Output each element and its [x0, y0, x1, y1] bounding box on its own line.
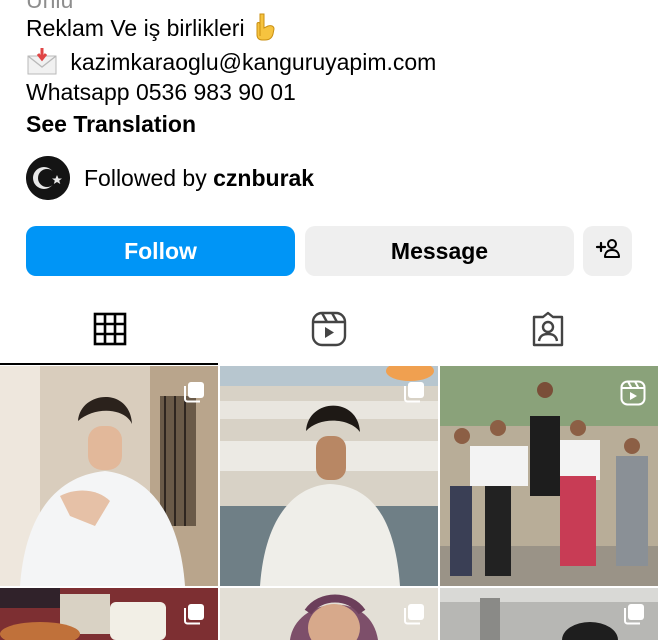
suggest-user-button[interactable] [583, 226, 632, 276]
follow-button[interactable]: Follow [26, 226, 295, 276]
see-translation-link[interactable]: See Translation [26, 110, 196, 138]
add-person-icon [595, 237, 621, 265]
followed-by-row[interactable]: Followed by cznburak [26, 156, 314, 200]
reels-icon [311, 311, 347, 352]
envelope-icon [26, 46, 58, 82]
post-tile[interactable] [220, 588, 438, 640]
followed-by-prefix: Followed by [84, 164, 207, 191]
bio-line-email: kazimkaraoglu@kanguruyapim.com [26, 46, 436, 82]
post-tile[interactable] [440, 588, 658, 640]
avatar[interactable] [26, 156, 70, 200]
reels-icon [620, 380, 646, 411]
profile-tabs [0, 300, 658, 366]
bio-email-text[interactable]: kazimkaraoglu@kanguruyapim.com [70, 49, 436, 75]
bio-whatsapp-line[interactable]: Whatsapp 0536 983 90 01 [26, 78, 296, 106]
bio-line-ads: Reklam Ve iş birlikleri [26, 12, 277, 48]
tab-posts-grid[interactable] [0, 300, 219, 362]
post-tile[interactable] [0, 366, 218, 586]
post-tile[interactable] [0, 588, 218, 640]
tab-tagged[interactable] [438, 300, 658, 362]
carousel-icon [622, 602, 646, 631]
bio-ads-text: Reklam Ve iş birlikleri [26, 15, 245, 42]
followed-by-text: Followed by cznburak [84, 165, 314, 192]
bio-cut-line: Ünlü [26, 0, 74, 13]
active-tab-indicator [0, 363, 218, 365]
point-down-icon [251, 12, 277, 48]
carousel-icon [402, 602, 426, 631]
message-button[interactable]: Message [305, 226, 574, 276]
post-tile[interactable] [440, 366, 658, 586]
carousel-icon [182, 602, 206, 631]
tab-reels[interactable] [219, 300, 438, 362]
grid-icon [93, 312, 127, 351]
post-tile[interactable] [220, 366, 438, 586]
tagged-icon [530, 311, 566, 352]
carousel-icon [402, 380, 426, 409]
followed-by-username[interactable]: cznburak [213, 165, 314, 191]
carousel-icon [182, 380, 206, 409]
posts-grid [0, 366, 658, 640]
